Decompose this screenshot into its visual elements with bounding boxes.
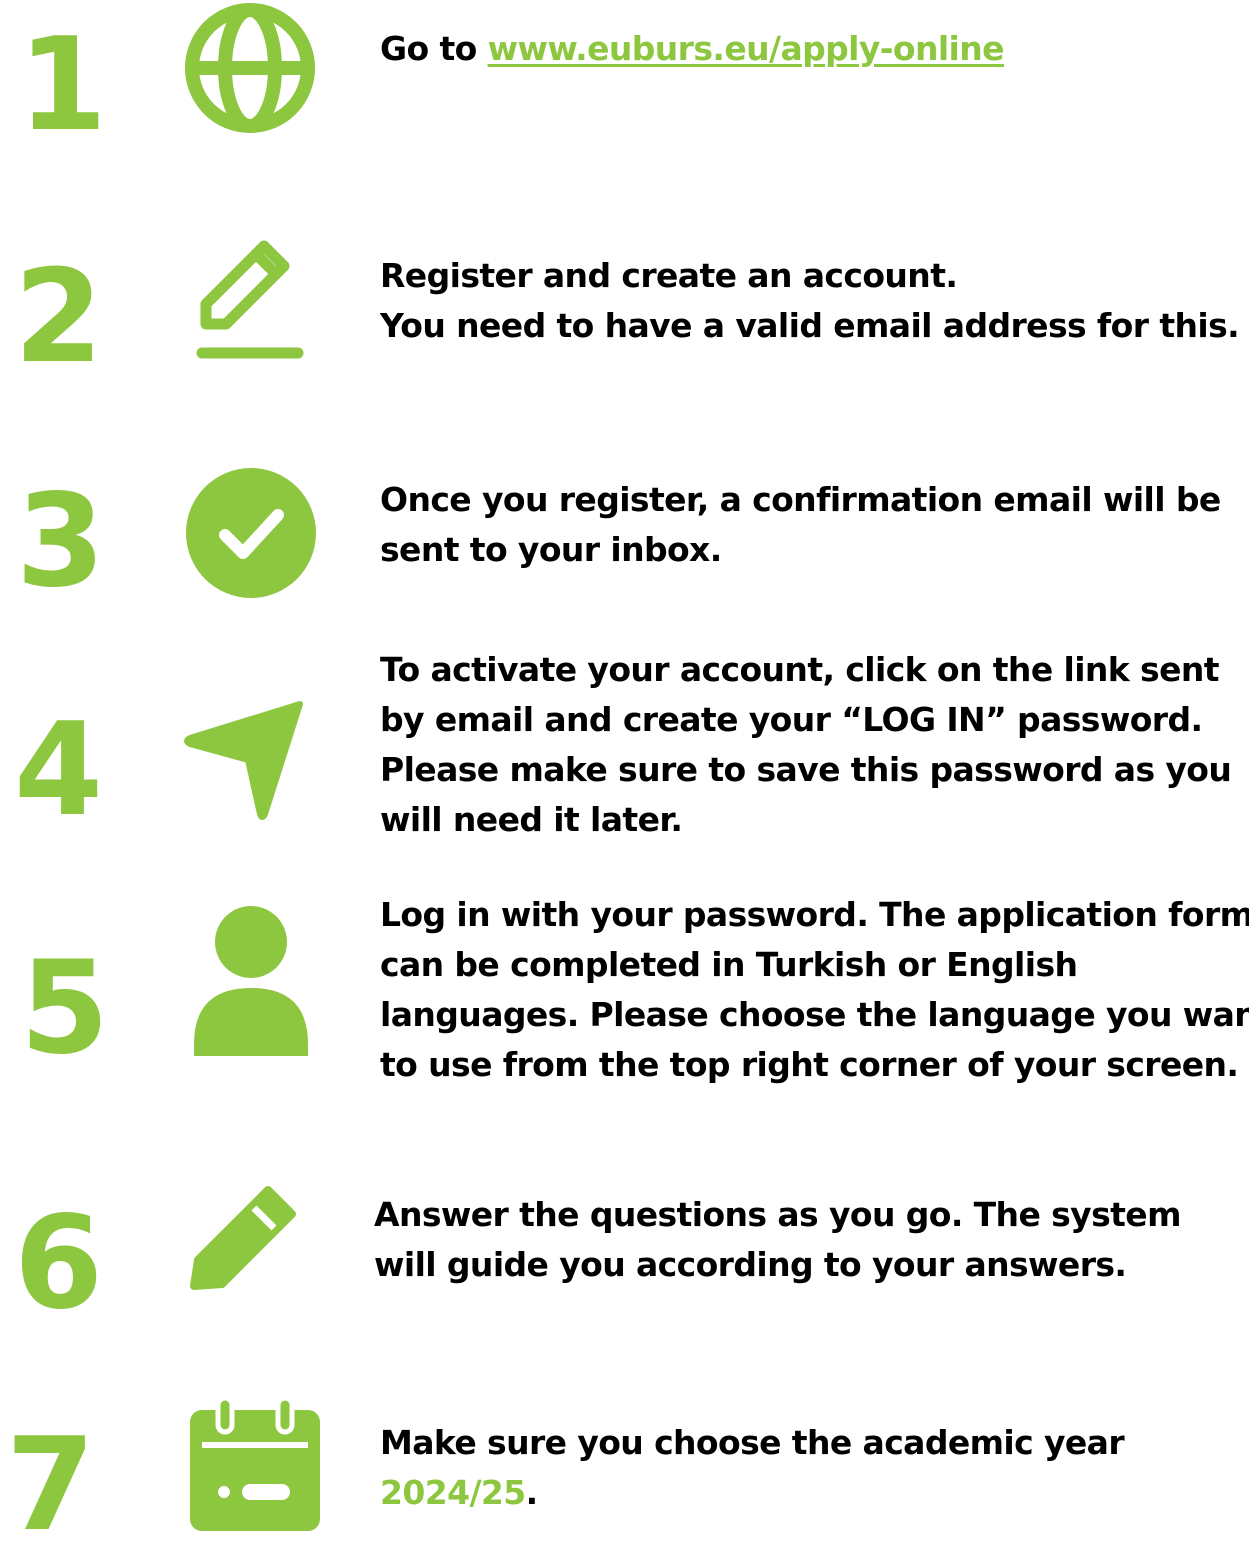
step-4-line-4: will need it later.	[380, 800, 683, 839]
navigation-arrow-icon	[184, 701, 303, 820]
pencil-outline-icon	[196, 240, 304, 359]
step-1-prefix: Go to	[380, 29, 488, 68]
step-5-line-2: can be completed in Turkish or English	[380, 945, 1078, 984]
user-icon	[194, 906, 308, 1056]
step-7-period: .	[525, 1473, 539, 1512]
step-number-4: 4	[14, 696, 104, 845]
globe-icon	[185, 3, 315, 133]
step-6-text: Answer the questions as you go. The syst…	[374, 1190, 1236, 1290]
step-2-line-1: Register and create an account.	[380, 256, 958, 295]
step-5-text: Log in with your password. The applicati…	[380, 890, 1249, 1090]
step-number-5: 5	[20, 934, 110, 1083]
apply-online-link[interactable]: www.euburs.eu/apply-online	[488, 29, 1005, 68]
academic-year: 2024/25	[380, 1473, 526, 1512]
step-1-text: Go to www.euburs.eu/apply-online	[380, 24, 1242, 74]
step-7-line-1: Make sure you choose the academic year	[380, 1423, 1125, 1462]
pencil-filled-icon	[190, 1186, 296, 1290]
step-number-6: 6	[14, 1189, 104, 1338]
step-5-line-3: languages. Please choose the language yo…	[380, 995, 1249, 1034]
step-5-line-1: Log in with your password. The applicati…	[380, 895, 1249, 934]
step-6-line-1: Answer the questions as you go. The syst…	[374, 1195, 1181, 1234]
step-number-2: 2	[14, 243, 104, 392]
step-number-1: 1	[18, 11, 108, 160]
calendar-icon	[190, 1398, 320, 1531]
step-2-text: Register and create an account. You need…	[380, 251, 1242, 351]
step-3-text: Once you register, a confirmation email …	[380, 475, 1242, 575]
step-4-line-1: To activate your account, click on the l…	[380, 650, 1220, 689]
check-circle-icon	[186, 468, 316, 598]
step-4-line-2: by email and create your “LOG IN” passwo…	[380, 700, 1203, 739]
step-4-text: To activate your account, click on the l…	[380, 645, 1242, 845]
step-3-line-2: sent to your inbox.	[380, 530, 722, 569]
step-4-line-3: Please make sure to save this password a…	[380, 750, 1232, 789]
step-6-line-2: will guide you according to your answers…	[374, 1245, 1127, 1284]
step-2-line-2: You need to have a valid email address f…	[380, 306, 1240, 345]
step-7-line-2: 2024/25.	[380, 1468, 1242, 1518]
step-3-line-1: Once you register, a confirmation email …	[380, 480, 1221, 519]
step-5-line-4: to use from the top right corner of your…	[380, 1045, 1239, 1084]
step-7-text: Make sure you choose the academic year 2…	[380, 1418, 1242, 1518]
step-number-3: 3	[16, 467, 106, 616]
